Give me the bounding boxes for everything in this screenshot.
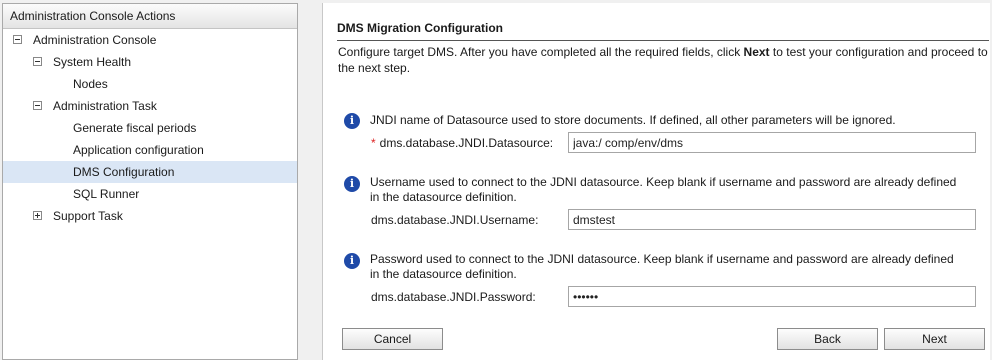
datasource-label: * dms.database.JNDI.Datasource:	[371, 136, 553, 150]
datasource-info-text: JNDI name of Datasource used to store do…	[370, 113, 896, 127]
tree-node-system-health[interactable]: System Health	[3, 51, 297, 73]
datasource-label-text: dms.database.JNDI.Datasource:	[379, 136, 554, 150]
required-marker: *	[371, 136, 376, 150]
tree-node-label: Administration Task	[53, 99, 157, 113]
username-input[interactable]	[568, 209, 976, 230]
tree-node-label: Application configuration	[73, 143, 204, 157]
info-icon: i	[344, 253, 360, 269]
collapse-icon[interactable]	[33, 101, 42, 110]
tree-node-support-task[interactable]: Support Task	[3, 205, 297, 227]
intro-text: Configure target DMS. After you have com…	[338, 44, 988, 76]
cancel-button[interactable]: Cancel	[342, 328, 443, 350]
page-title: DMS Migration Configuration	[337, 21, 503, 35]
tree-node-administration-task[interactable]: Administration Task	[3, 95, 297, 117]
tree-node-label: Nodes	[73, 77, 108, 91]
intro-text-bold: Next	[743, 45, 770, 59]
tree-node-application-configuration[interactable]: Application configuration	[3, 139, 297, 161]
tree-node-label: Administration Console	[33, 33, 157, 47]
tree-node-administration-console[interactable]: Administration Console	[3, 29, 297, 51]
tree-node-label: Generate fiscal periods	[73, 121, 197, 135]
content-panel: DMS Migration Configuration Configure ta…	[322, 3, 990, 360]
tree-node-sql-runner[interactable]: SQL Runner	[3, 183, 297, 205]
tree-node-generate-fiscal-periods[interactable]: Generate fiscal periods	[3, 117, 297, 139]
tree-node-nodes[interactable]: Nodes	[3, 73, 297, 95]
password-label: dms.database.JNDI.Password:	[371, 290, 536, 304]
collapse-icon[interactable]	[33, 57, 42, 66]
info-icon: i	[344, 176, 360, 192]
username-info-text: Username used to connect to the JDNI dat…	[370, 175, 957, 204]
back-button[interactable]: Back	[777, 328, 878, 350]
tree-node-label: SQL Runner	[73, 187, 140, 201]
intro-text-prefix: Configure target DMS. After you have com…	[338, 45, 744, 59]
tree-node-label: DMS Configuration	[73, 165, 175, 179]
info-icon: i	[344, 113, 360, 129]
tree-panel: Administration Console Actions Administr…	[2, 3, 298, 360]
username-label: dms.database.JNDI.Username:	[371, 213, 539, 227]
next-button[interactable]: Next	[884, 328, 985, 350]
collapse-icon[interactable]	[13, 35, 22, 44]
tree-node-dms-configuration[interactable]: DMS Configuration	[3, 161, 297, 183]
password-info-text: Password used to connect to the JDNI dat…	[370, 252, 954, 281]
datasource-input[interactable]	[568, 132, 976, 153]
tree-node-label: System Health	[53, 55, 132, 69]
tree-node-label: Support Task	[53, 209, 123, 223]
title-divider	[337, 40, 989, 41]
password-input[interactable]	[568, 286, 976, 307]
tree-header: Administration Console Actions	[3, 4, 297, 29]
expand-icon[interactable]	[33, 211, 42, 220]
